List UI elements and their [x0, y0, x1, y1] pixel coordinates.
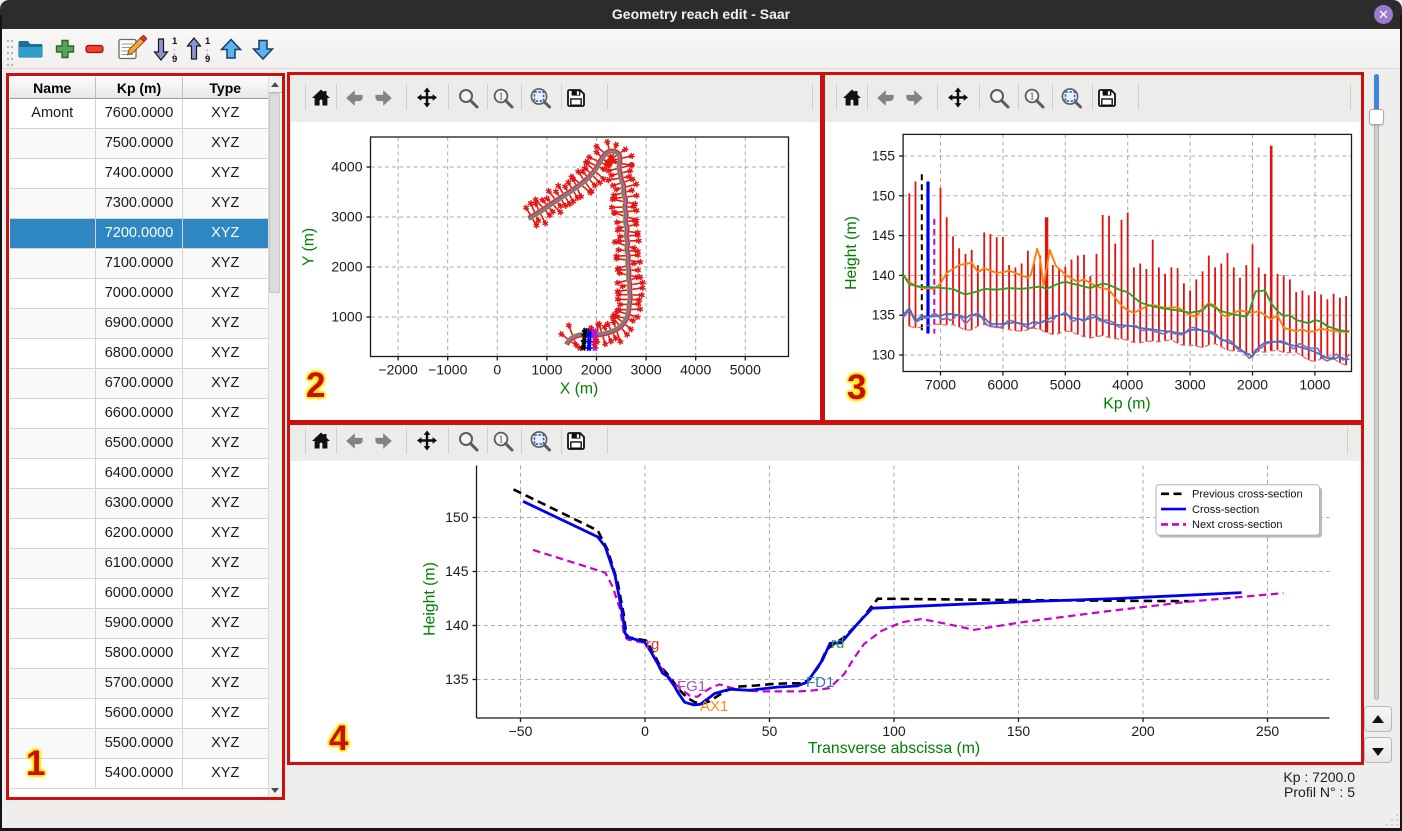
svg-text:5000: 5000	[1049, 377, 1080, 393]
svg-text:4000: 4000	[680, 362, 711, 378]
svg-text:145: 145	[445, 563, 469, 579]
svg-text:−2000: −2000	[378, 362, 418, 378]
svg-text:rg: rg	[646, 636, 659, 653]
svg-text:150: 150	[445, 509, 469, 525]
svg-text:140: 140	[871, 267, 895, 283]
svg-text:100: 100	[882, 723, 906, 739]
svg-text:X (m): X (m)	[559, 381, 598, 398]
svg-text:150: 150	[871, 187, 895, 203]
svg-text:2000: 2000	[1236, 377, 1267, 393]
svg-text:3000: 3000	[630, 362, 661, 378]
svg-text:−1000: −1000	[428, 362, 468, 378]
svg-text:9: 9	[205, 54, 210, 65]
svg-text:0: 0	[493, 362, 501, 378]
svg-text:Kp (m): Kp (m)	[1103, 396, 1150, 413]
svg-text:155: 155	[871, 148, 895, 164]
svg-text:50: 50	[761, 723, 777, 739]
svg-text:1000: 1000	[531, 362, 562, 378]
svg-text:250: 250	[1255, 723, 1279, 739]
svg-text:4000: 4000	[331, 159, 362, 175]
svg-text:Previous cross-section: Previous cross-section	[1192, 488, 1303, 500]
svg-text:1000: 1000	[1299, 377, 1330, 393]
svg-text:9: 9	[172, 54, 177, 65]
svg-text:Transverse abscissa (m): Transverse abscissa (m)	[807, 740, 979, 757]
svg-text:145: 145	[871, 227, 895, 243]
svg-text:140: 140	[445, 617, 469, 633]
svg-text:7000: 7000	[924, 377, 955, 393]
svg-text:Cross-section: Cross-section	[1192, 503, 1259, 515]
svg-text:6000: 6000	[987, 377, 1018, 393]
svg-text:2000: 2000	[331, 259, 362, 275]
svg-text:4000: 4000	[1112, 377, 1143, 393]
svg-text:5000: 5000	[729, 362, 760, 378]
svg-text:Y (m): Y (m)	[300, 228, 317, 266]
svg-text:135: 135	[445, 671, 469, 687]
svg-text:−50: −50	[508, 723, 532, 739]
svg-text:2000: 2000	[580, 362, 611, 378]
svg-text:AX1: AX1	[700, 698, 728, 715]
svg-text:Next cross-section: Next cross-section	[1192, 519, 1282, 531]
svg-text:135: 135	[871, 307, 895, 323]
svg-text:FD1: FD1	[806, 674, 834, 691]
svg-text:Height (m): Height (m)	[843, 216, 860, 290]
svg-text:3000: 3000	[1174, 377, 1205, 393]
svg-text:1000: 1000	[331, 309, 362, 325]
svg-text:200: 200	[1131, 723, 1155, 739]
svg-text:Height (m): Height (m)	[421, 562, 438, 636]
svg-text:rd: rd	[831, 635, 844, 652]
svg-text:0: 0	[641, 723, 649, 739]
svg-text:3000: 3000	[331, 209, 362, 225]
svg-text:FG1: FG1	[677, 678, 706, 695]
svg-text:130: 130	[871, 347, 895, 363]
svg-text:150: 150	[1006, 723, 1030, 739]
